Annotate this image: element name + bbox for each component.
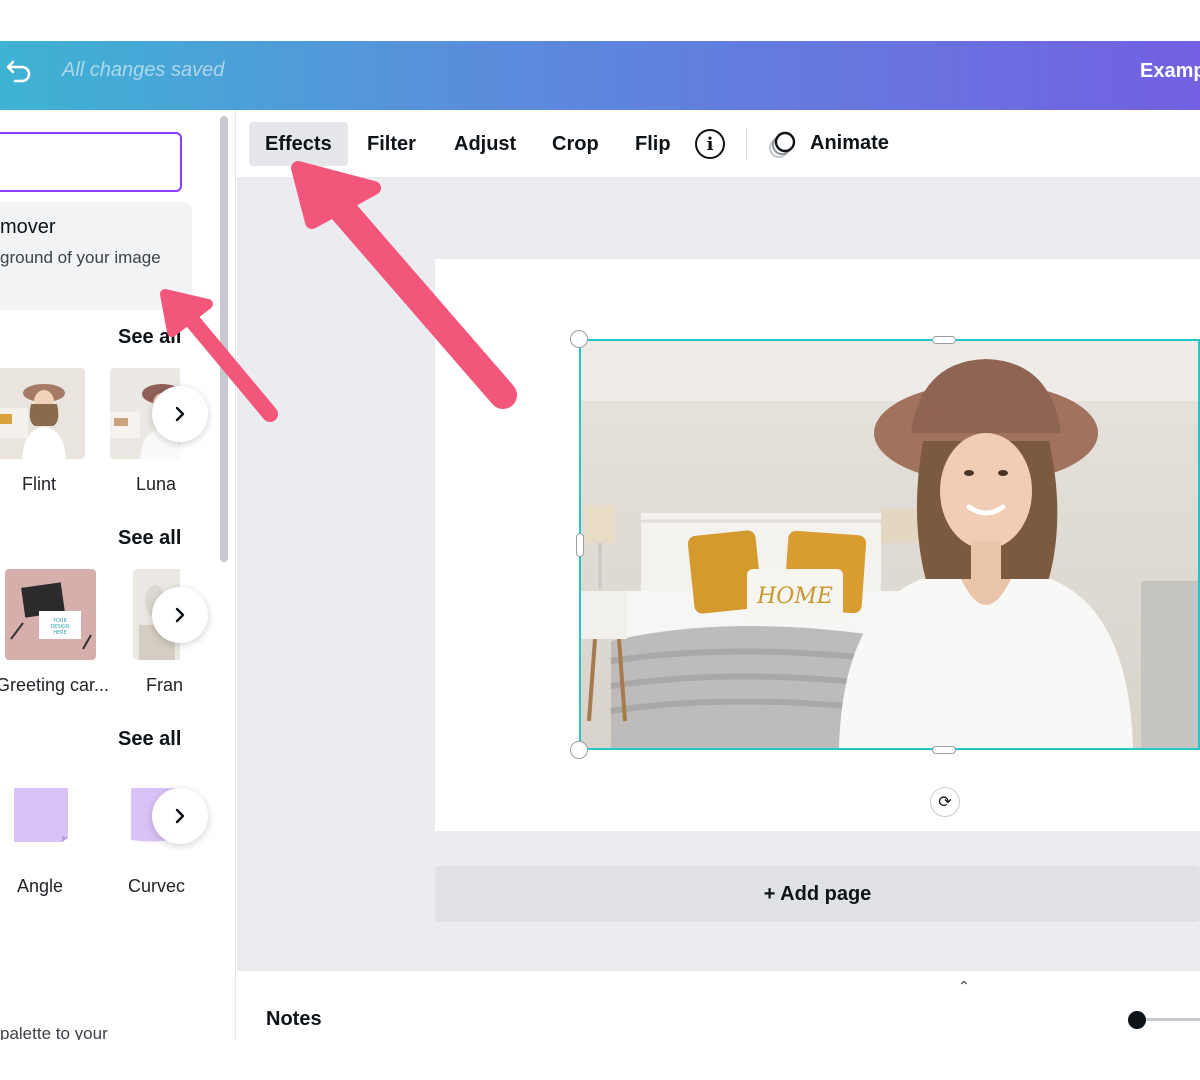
save-status-text: All changes saved <box>62 59 225 81</box>
animate-button[interactable]: Animate <box>810 132 889 155</box>
promo-card-description: ground of your image <box>0 248 161 267</box>
promo-card-title: mover <box>0 216 56 238</box>
bedroom-portrait-photo-icon: HOME <box>581 341 1198 748</box>
see-all-link[interactable]: See all <box>118 527 181 550</box>
sticky-note-angle[interactable] <box>14 788 68 842</box>
info-icon[interactable]: i <box>695 129 725 159</box>
resize-handle-left[interactable] <box>576 533 584 557</box>
template-thumbnail-greeting-card[interactable]: YOUR DESIGN HERE <box>5 569 96 660</box>
flip-button[interactable]: Flip <box>619 122 687 166</box>
svg-text:HOME: HOME <box>756 584 833 609</box>
svg-text:HERE: HERE <box>53 630 67 636</box>
greeting-card-mockup-thumbnail-icon: YOUR DESIGN HERE <box>5 569 96 660</box>
resize-handle-bottom-left[interactable] <box>570 741 588 759</box>
template-label: Luna <box>136 474 177 494</box>
notes-button[interactable]: Notes <box>266 1008 322 1031</box>
search-input[interactable] <box>0 132 182 192</box>
see-all-link[interactable]: See all <box>118 326 181 349</box>
resize-handle-top-left[interactable] <box>570 330 588 348</box>
undo-icon[interactable] <box>4 55 34 85</box>
chevron-up-icon[interactable]: ⌃ <box>958 978 970 995</box>
crop-button[interactable]: Crop <box>536 122 615 166</box>
adjust-button[interactable]: Adjust <box>438 122 532 166</box>
template-label: Flint <box>22 474 57 494</box>
chevron-right-icon <box>175 406 185 422</box>
sticky-note-label: Angle <box>17 876 64 896</box>
chevron-right-icon <box>175 607 185 623</box>
selected-photo[interactable]: HOME <box>579 339 1200 750</box>
filter-button[interactable]: Filter <box>351 122 432 166</box>
zoom-slider-handle[interactable] <box>1128 1011 1146 1029</box>
document-title[interactable]: Examp <box>1140 60 1200 83</box>
animate-icon[interactable] <box>767 130 797 160</box>
rotate-icon[interactable]: ⟳ <box>930 787 960 817</box>
portrait-photo-thumbnail-icon <box>0 368 85 459</box>
carousel-next-button[interactable] <box>152 587 208 643</box>
sticky-note-label: Curvec <box>128 876 186 896</box>
template-label: Fran <box>146 675 184 695</box>
carousel-next-button[interactable] <box>152 386 208 442</box>
add-page-button[interactable]: + Add page <box>435 866 1200 922</box>
resize-handle-top[interactable] <box>932 336 956 344</box>
sticky-note-thumbnail-icon <box>14 788 68 842</box>
resize-handle-bottom[interactable] <box>932 746 956 754</box>
left-side-panel: mover ground of your image See all Flint <box>0 110 216 1040</box>
canva-editor: All changes saved Examp mover ground of … <box>0 0 1200 1080</box>
effects-button[interactable]: Effects <box>249 122 348 166</box>
brand-palette-text: palette to your <box>0 1024 108 1040</box>
left-panel-scrollbar[interactable] <box>216 110 236 1040</box>
toolbar-divider <box>746 128 747 160</box>
template-thumbnail-flint[interactable] <box>0 368 85 459</box>
notes-bar <box>237 970 1200 1040</box>
see-all-link[interactable]: See all <box>118 728 181 751</box>
image-toolbar: Effects Filter Adjust Crop Flip i Animat… <box>237 110 1200 178</box>
chevron-right-icon <box>175 808 185 824</box>
carousel-next-button[interactable] <box>152 788 208 844</box>
scrollbar-thumb[interactable] <box>220 116 228 562</box>
template-label: Greeting car... <box>0 675 110 695</box>
